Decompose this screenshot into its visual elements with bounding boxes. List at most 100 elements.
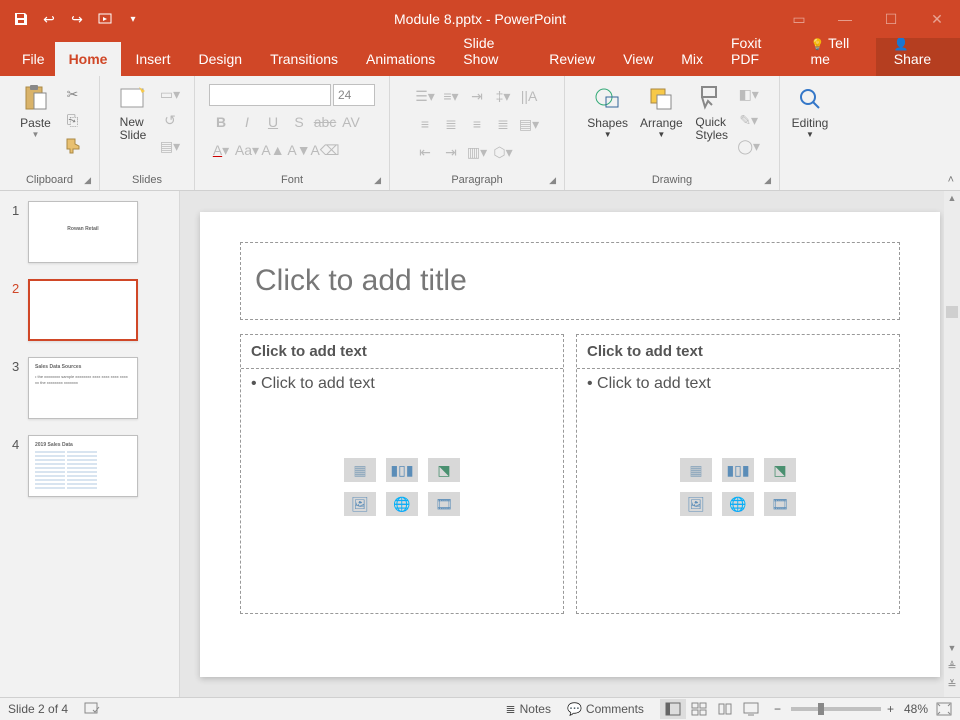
zoom-level[interactable]: 48% bbox=[904, 702, 928, 716]
insert-online-picture-icon[interactable]: 🌐 bbox=[386, 492, 418, 516]
font-color-icon[interactable]: A▾ bbox=[209, 138, 233, 162]
shape-effects-icon[interactable]: ◯▾ bbox=[737, 134, 761, 158]
comments-button[interactable]: 💬 Comments bbox=[567, 702, 644, 716]
insert-table-icon[interactable]: ▦ bbox=[680, 458, 712, 482]
insert-picture-icon[interactable]: 🖼 bbox=[344, 492, 376, 516]
smartart-icon[interactable]: ⬡▾ bbox=[491, 140, 515, 164]
tab-insert[interactable]: Insert bbox=[121, 42, 184, 76]
thumbnail-2[interactable]: 2 bbox=[12, 279, 167, 341]
clear-formatting-icon[interactable]: A⌫ bbox=[313, 138, 337, 162]
slideshow-view-icon[interactable] bbox=[738, 699, 764, 719]
insert-picture-icon[interactable]: 🖼 bbox=[680, 492, 712, 516]
tab-file[interactable]: File bbox=[12, 42, 55, 76]
change-case-icon[interactable]: Aa▾ bbox=[235, 138, 259, 162]
align-left-icon[interactable]: ≡ bbox=[413, 112, 437, 136]
thumbnail-4[interactable]: 4 2019 Sales Data bbox=[12, 435, 167, 497]
vertical-scrollbar[interactable]: ▲ ▼ ≜ ≚ bbox=[944, 191, 960, 697]
undo-icon[interactable]: ↩ bbox=[38, 8, 60, 30]
scroll-thumb[interactable] bbox=[946, 306, 958, 318]
underline-button[interactable]: U bbox=[261, 110, 285, 134]
columns-icon[interactable]: ▥▾ bbox=[465, 140, 489, 164]
zoom-out-icon[interactable]: − bbox=[774, 702, 781, 716]
redo-icon[interactable]: ↪ bbox=[66, 8, 88, 30]
insert-chart-icon[interactable]: ▮▯▮ bbox=[386, 458, 418, 482]
text-direction-icon[interactable]: ||A bbox=[517, 84, 541, 108]
insert-online-picture-icon[interactable]: 🌐 bbox=[722, 492, 754, 516]
reset-icon[interactable]: ↺ bbox=[158, 108, 182, 132]
tab-transitions[interactable]: Transitions bbox=[256, 42, 352, 76]
minimize-icon[interactable]: — bbox=[822, 0, 868, 38]
tab-animations[interactable]: Animations bbox=[352, 42, 449, 76]
insert-video-icon[interactable]: 🎞 bbox=[764, 492, 796, 516]
scroll-down-icon[interactable]: ▼ bbox=[944, 643, 960, 653]
tab-review[interactable]: Review bbox=[535, 42, 609, 76]
font-size-input[interactable] bbox=[333, 84, 375, 106]
insert-chart-icon[interactable]: ▮▯▮ bbox=[722, 458, 754, 482]
notes-button[interactable]: ≣ Notes bbox=[506, 702, 551, 716]
decrease-indent-icon[interactable]: ⇤ bbox=[413, 140, 437, 164]
numbering-icon[interactable]: ≡▾ bbox=[439, 84, 463, 108]
slide-count[interactable]: Slide 2 of 4 bbox=[8, 702, 68, 716]
tab-design[interactable]: Design bbox=[184, 42, 256, 76]
decrease-font-icon[interactable]: A▼ bbox=[287, 138, 311, 162]
content-placeholder-right[interactable]: Click to add text • Click to add text ▦ … bbox=[576, 334, 900, 614]
save-icon[interactable] bbox=[10, 8, 32, 30]
reading-view-icon[interactable] bbox=[712, 699, 738, 719]
paste-button[interactable]: Paste ▼ bbox=[13, 80, 59, 141]
shadow-button[interactable]: S bbox=[287, 110, 311, 134]
align-center-icon[interactable]: ≣ bbox=[439, 112, 463, 136]
content-placeholder-left[interactable]: Click to add text • Click to add text ▦ … bbox=[240, 334, 564, 614]
align-text-icon[interactable]: ▤▾ bbox=[517, 112, 541, 136]
clipboard-launcher-icon[interactable]: ◢ bbox=[84, 175, 91, 186]
line-spacing-icon[interactable]: ‡▾ bbox=[491, 84, 515, 108]
font-launcher-icon[interactable]: ◢ bbox=[374, 175, 381, 186]
normal-view-icon[interactable] bbox=[660, 699, 686, 719]
slide-canvas[interactable]: Click to add title Click to add text • C… bbox=[180, 191, 960, 697]
insert-table-icon[interactable]: ▦ bbox=[344, 458, 376, 482]
format-painter-icon[interactable] bbox=[61, 134, 85, 158]
fit-to-window-icon[interactable] bbox=[936, 702, 952, 716]
close-icon[interactable]: ✕ bbox=[914, 0, 960, 38]
new-slide-button[interactable]: New Slide bbox=[110, 80, 156, 144]
increase-indent-icon[interactable]: ⇥ bbox=[439, 140, 463, 164]
align-right-icon[interactable]: ≡ bbox=[465, 112, 489, 136]
character-spacing-icon[interactable]: AV bbox=[339, 110, 363, 134]
thumbnail-3[interactable]: 3 Sales Data Sources • the xxxxxxxx samp… bbox=[12, 357, 167, 419]
paragraph-launcher-icon[interactable]: ◢ bbox=[549, 175, 556, 186]
insert-smartart-icon[interactable]: ⬔ bbox=[764, 458, 796, 482]
cut-icon[interactable]: ✂ bbox=[61, 82, 85, 106]
prev-slide-icon[interactable]: ≜ bbox=[944, 660, 960, 673]
insert-video-icon[interactable]: 🎞 bbox=[428, 492, 460, 516]
zoom-handle[interactable] bbox=[818, 703, 824, 715]
tab-home[interactable]: Home bbox=[55, 42, 122, 76]
layout-icon[interactable]: ▭▾ bbox=[158, 82, 182, 106]
font-name-input[interactable] bbox=[209, 84, 331, 106]
maximize-icon[interactable]: ☐ bbox=[868, 0, 914, 38]
copy-icon[interactable]: ⎘ bbox=[61, 108, 85, 132]
slide-sorter-view-icon[interactable] bbox=[686, 699, 712, 719]
arrange-button[interactable]: Arrange▼ bbox=[634, 80, 689, 141]
shape-outline-icon[interactable]: ✎▾ bbox=[737, 108, 761, 132]
collapse-ribbon-icon[interactable]: ˄ bbox=[948, 174, 954, 186]
strikethrough-button[interactable]: abc bbox=[313, 110, 337, 134]
insert-smartart-icon[interactable]: ⬔ bbox=[428, 458, 460, 482]
shapes-button[interactable]: Shapes▼ bbox=[581, 80, 634, 141]
shape-fill-icon[interactable]: ◧▾ bbox=[737, 82, 761, 106]
editing-button[interactable]: Editing▼ bbox=[786, 80, 835, 141]
bold-button[interactable]: B bbox=[209, 110, 233, 134]
drawing-launcher-icon[interactable]: ◢ bbox=[764, 175, 771, 186]
tab-view[interactable]: View bbox=[609, 42, 667, 76]
quick-styles-button[interactable]: Quick Styles bbox=[689, 80, 735, 144]
ribbon-display-icon[interactable]: ▭ bbox=[776, 0, 822, 38]
italic-button[interactable]: I bbox=[235, 110, 259, 134]
tab-mix[interactable]: Mix bbox=[667, 42, 717, 76]
qat-customize-icon[interactable]: ▾ bbox=[122, 8, 144, 30]
scroll-up-icon[interactable]: ▲ bbox=[944, 193, 960, 203]
start-from-beginning-icon[interactable] bbox=[94, 8, 116, 30]
zoom-in-icon[interactable]: + bbox=[887, 702, 894, 716]
thumbnail-1[interactable]: 1 Rowan Retail bbox=[12, 201, 167, 263]
next-slide-icon[interactable]: ≚ bbox=[944, 678, 960, 691]
justify-icon[interactable]: ≣ bbox=[491, 112, 515, 136]
title-placeholder[interactable]: Click to add title bbox=[240, 242, 900, 320]
section-icon[interactable]: ▤▾ bbox=[158, 134, 182, 158]
